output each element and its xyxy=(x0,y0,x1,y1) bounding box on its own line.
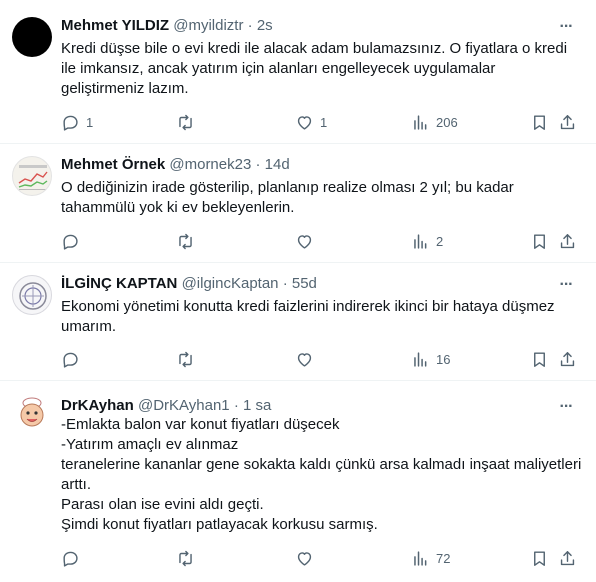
author-name[interactable]: Mehmet YILDIZ xyxy=(61,17,169,34)
views-count: 2 xyxy=(436,233,444,249)
views-button[interactable]: 2 xyxy=(411,230,443,252)
avatar[interactable] xyxy=(12,156,52,196)
like-button[interactable]: 1 xyxy=(295,111,327,133)
reply-button[interactable] xyxy=(61,547,86,569)
analytics-icon xyxy=(414,550,427,566)
bookmark-icon xyxy=(534,351,545,367)
dot-separator: · xyxy=(233,397,239,414)
views-button[interactable]: 16 xyxy=(411,348,450,370)
heart-icon xyxy=(297,234,312,249)
reply-icon xyxy=(63,234,78,250)
bookmark-button[interactable] xyxy=(530,111,549,133)
more-options-icon[interactable]: ··· xyxy=(554,19,578,40)
analytics-icon xyxy=(414,351,427,367)
tweet[interactable]: İLGİNÇ KAPTAN @ilgincKaptan · 55d ··· Ek… xyxy=(0,263,596,381)
reply-icon xyxy=(63,115,78,131)
share-icon xyxy=(560,114,575,129)
views-count: 206 xyxy=(436,114,458,130)
views-count: 72 xyxy=(436,550,451,566)
author-handle[interactable]: @DrKAyhan1 xyxy=(138,397,230,414)
tweet-actions: 16 xyxy=(61,348,582,370)
reply-button[interactable] xyxy=(61,230,86,252)
more-options-icon[interactable]: ··· xyxy=(554,277,578,298)
views-button[interactable]: 72 xyxy=(411,547,450,569)
author-handle[interactable]: @ilgincKaptan xyxy=(182,275,279,292)
bookmark-button[interactable] xyxy=(530,230,549,252)
timestamp[interactable]: 1 sa xyxy=(243,397,271,414)
retweet-button[interactable] xyxy=(176,230,201,252)
tweet-actions: 72 xyxy=(61,547,582,569)
timestamp[interactable]: 55d xyxy=(292,275,317,292)
chart-thumbnail-icon xyxy=(18,165,48,190)
dot-separator: · xyxy=(247,17,253,34)
tweet-header: DrKAyhan @DrKAyhan1 · 1 sa xyxy=(61,396,556,416)
tweet[interactable]: Mehmet YILDIZ @myildiztr · 2s ··· Kredi … xyxy=(0,0,596,144)
tweet-text: Ekonomi yönetimi konutta kredi faizlerin… xyxy=(61,298,555,335)
tweet[interactable]: DrKAyhan @DrKAyhan1 · 1 sa ··· -Emlakta … xyxy=(0,381,596,582)
tweet[interactable]: Mehmet Örnek @mornek23 · 14d O dediğiniz… xyxy=(0,144,596,263)
retweet-icon xyxy=(179,233,192,249)
retweet-icon xyxy=(179,114,192,130)
tweet-text: O dediğinizin irade gösterilip, planlanı… xyxy=(61,179,514,216)
avatar[interactable] xyxy=(12,17,52,57)
heart-icon xyxy=(297,352,312,367)
avatar[interactable] xyxy=(12,275,52,315)
timestamp[interactable]: 2s xyxy=(257,17,273,34)
logo-icon xyxy=(19,282,47,310)
tweet-text: Kredi düşse bile o evi kredi ile alacak … xyxy=(61,40,568,97)
author-name[interactable]: Mehmet Örnek xyxy=(61,156,165,173)
author-name[interactable]: DrKAyhan xyxy=(61,397,134,414)
author-name[interactable]: İLGİNÇ KAPTAN xyxy=(61,275,177,292)
tweet-header: İLGİNÇ KAPTAN @ilgincKaptan · 55d xyxy=(61,274,556,294)
tweet-actions: 2 xyxy=(61,230,582,252)
share-button[interactable] xyxy=(558,348,577,370)
dot-separator: · xyxy=(282,275,288,292)
retweet-icon xyxy=(179,550,192,566)
retweet-button[interactable] xyxy=(176,547,201,569)
bookmark-icon xyxy=(534,233,545,249)
author-handle[interactable]: @myildiztr xyxy=(173,17,243,34)
bookmark-button[interactable] xyxy=(530,547,549,569)
avatar[interactable] xyxy=(12,393,52,433)
share-icon xyxy=(560,351,575,366)
analytics-icon xyxy=(414,114,427,130)
bookmark-icon xyxy=(534,114,545,130)
dot-separator: · xyxy=(255,156,261,173)
views-count: 16 xyxy=(436,351,451,367)
retweet-icon xyxy=(179,351,192,367)
analytics-icon xyxy=(414,233,427,249)
tweet-header: Mehmet Örnek @mornek23 · 14d xyxy=(61,155,556,175)
tweet-text: -Emlakta balon var konut fiyatları düşec… xyxy=(61,416,582,533)
views-button[interactable]: 206 xyxy=(411,111,458,133)
retweet-button[interactable] xyxy=(176,111,201,133)
reply-button[interactable] xyxy=(61,348,86,370)
share-button[interactable] xyxy=(558,111,577,133)
share-icon xyxy=(560,233,575,248)
bookmark-button[interactable] xyxy=(530,348,549,370)
timeline: Mehmet YILDIZ @myildiztr · 2s ··· Kredi … xyxy=(0,0,596,582)
heart-icon xyxy=(297,115,312,130)
reply-icon xyxy=(63,352,78,368)
bookmark-icon xyxy=(534,550,545,566)
reply-count: 1 xyxy=(86,114,94,130)
retweet-button[interactable] xyxy=(176,348,201,370)
share-button[interactable] xyxy=(558,547,577,569)
timestamp[interactable]: 14d xyxy=(265,156,290,173)
like-button[interactable] xyxy=(295,547,320,569)
tweet-actions: 1 1 206 xyxy=(61,111,582,133)
heart-icon xyxy=(297,551,312,566)
reply-button[interactable]: 1 xyxy=(61,111,93,133)
author-handle[interactable]: @mornek23 xyxy=(169,156,251,173)
like-button[interactable] xyxy=(295,348,320,370)
share-icon xyxy=(560,550,575,565)
share-button[interactable] xyxy=(558,230,577,252)
tweet-header: Mehmet YILDIZ @myildiztr · 2s xyxy=(61,16,556,36)
like-count: 1 xyxy=(320,114,328,130)
reply-icon xyxy=(63,551,78,567)
like-button[interactable] xyxy=(295,230,320,252)
cartoon-face-icon xyxy=(20,397,44,427)
